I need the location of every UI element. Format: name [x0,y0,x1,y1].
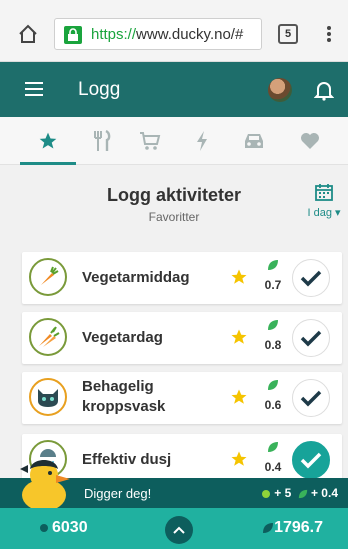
log-checkbox[interactable] [292,259,330,297]
section-header: Logg aktiviteter Favoritter I dag ▾ [0,165,348,245]
leaf-icon [268,380,278,390]
calendar-icon [315,184,333,201]
activity-name: Behagelig kroppsvask [82,378,166,415]
log-checkbox[interactable] [292,319,330,357]
log-checkbox-checked[interactable] [292,441,330,479]
tab-favorites[interactable] [28,127,68,155]
star-icon [39,132,57,149]
points-total-value: 6030 [52,519,88,536]
cat-icon [29,378,67,416]
bell-icon[interactable] [314,79,334,101]
heart-icon [301,133,319,149]
expand-button[interactable] [165,516,193,544]
tab-transport[interactable] [234,127,274,155]
date-label: I dag ▾ [307,207,341,219]
page-title: Logg [78,79,121,100]
tab-health[interactable] [290,127,330,155]
tab-food[interactable] [82,127,122,155]
favorite-star-icon[interactable] [230,388,248,406]
avatar[interactable] [268,78,292,102]
sun-icon [261,489,270,498]
leaf-icon [263,522,274,533]
favorite-star-icon[interactable] [230,268,248,286]
activity-card[interactable]: Vegetardag 0.8 [22,312,342,364]
co2-value: 0.7 [258,258,288,292]
menu-icon[interactable] [25,82,43,96]
co2-amount: 0.4 [264,460,282,474]
co2-amount: 0.6 [264,398,282,412]
overflow-menu-icon[interactable] [326,24,332,44]
leaf-points-earned: + 0.4 [310,486,338,500]
leaf-icon [298,489,307,498]
activity-name: Effektiv dusj [82,451,172,468]
lock-icon [64,26,82,44]
co2-amount: 0.8 [264,338,282,352]
coin-icon [40,523,48,532]
leaf-icon [268,260,278,270]
category-tabs [0,117,348,165]
home-icon[interactable] [18,24,38,44]
points-total: 6030 [40,519,88,537]
check-icon [300,330,322,347]
banner-message: Digger deg! [84,486,152,501]
check-icon [300,452,322,469]
banner-points: + 5 + 0.4 [261,486,338,500]
favorite-star-icon[interactable] [230,450,248,468]
tab-energy[interactable] [182,127,222,155]
log-checkbox[interactable] [292,379,330,417]
leaf-icon [268,320,278,330]
cart-icon [140,132,161,150]
co2-value: 0.4 [258,440,288,474]
app-bar: Logg [0,62,348,117]
co2-value: 0.8 [258,318,288,352]
tab-shopping[interactable] [130,127,170,155]
browser-toolbar: https://www.ducky.no/# 5 [0,0,348,62]
co2-value: 0.6 [258,378,288,412]
date-picker[interactable]: I dag ▾ [304,183,344,223]
leaf-icon [268,442,278,452]
co2-amount: 0.7 [264,278,282,292]
points-earned: + 5 [274,486,292,500]
activity-name: Vegetardag [82,329,163,346]
url-host: www.ducky.no/# [136,26,244,43]
url-scheme: https:// [91,26,137,43]
carrot-icon [29,258,67,296]
tab-switcher-button[interactable]: 5 [278,24,298,44]
url-text: https://www.ducky.no/# [91,26,257,43]
chevron-up-icon [173,526,185,534]
duck-mascot [20,460,70,510]
carrots-icon [29,318,67,356]
lightning-icon [197,131,207,151]
favorite-star-icon[interactable] [230,328,248,346]
section-title: Logg aktiviteter [106,185,242,205]
activity-card[interactable]: Vegetarmiddag 0.7 [22,252,342,304]
co2-total: 1796.7 [262,519,323,537]
score-footer: 6030 1796.7 [0,508,348,549]
car-icon [245,134,263,148]
activity-name: Vegetarmiddag [82,269,190,286]
activity-card[interactable]: Behagelig kroppsvask 0.6 [22,372,342,424]
check-icon [300,270,322,287]
section-subtitle: Favoritter [148,210,200,224]
cutlery-icon [94,130,111,151]
url-field[interactable]: https://www.ducky.no/# [54,18,262,50]
co2-total-value: 1796.7 [274,519,323,536]
check-icon [300,390,322,407]
